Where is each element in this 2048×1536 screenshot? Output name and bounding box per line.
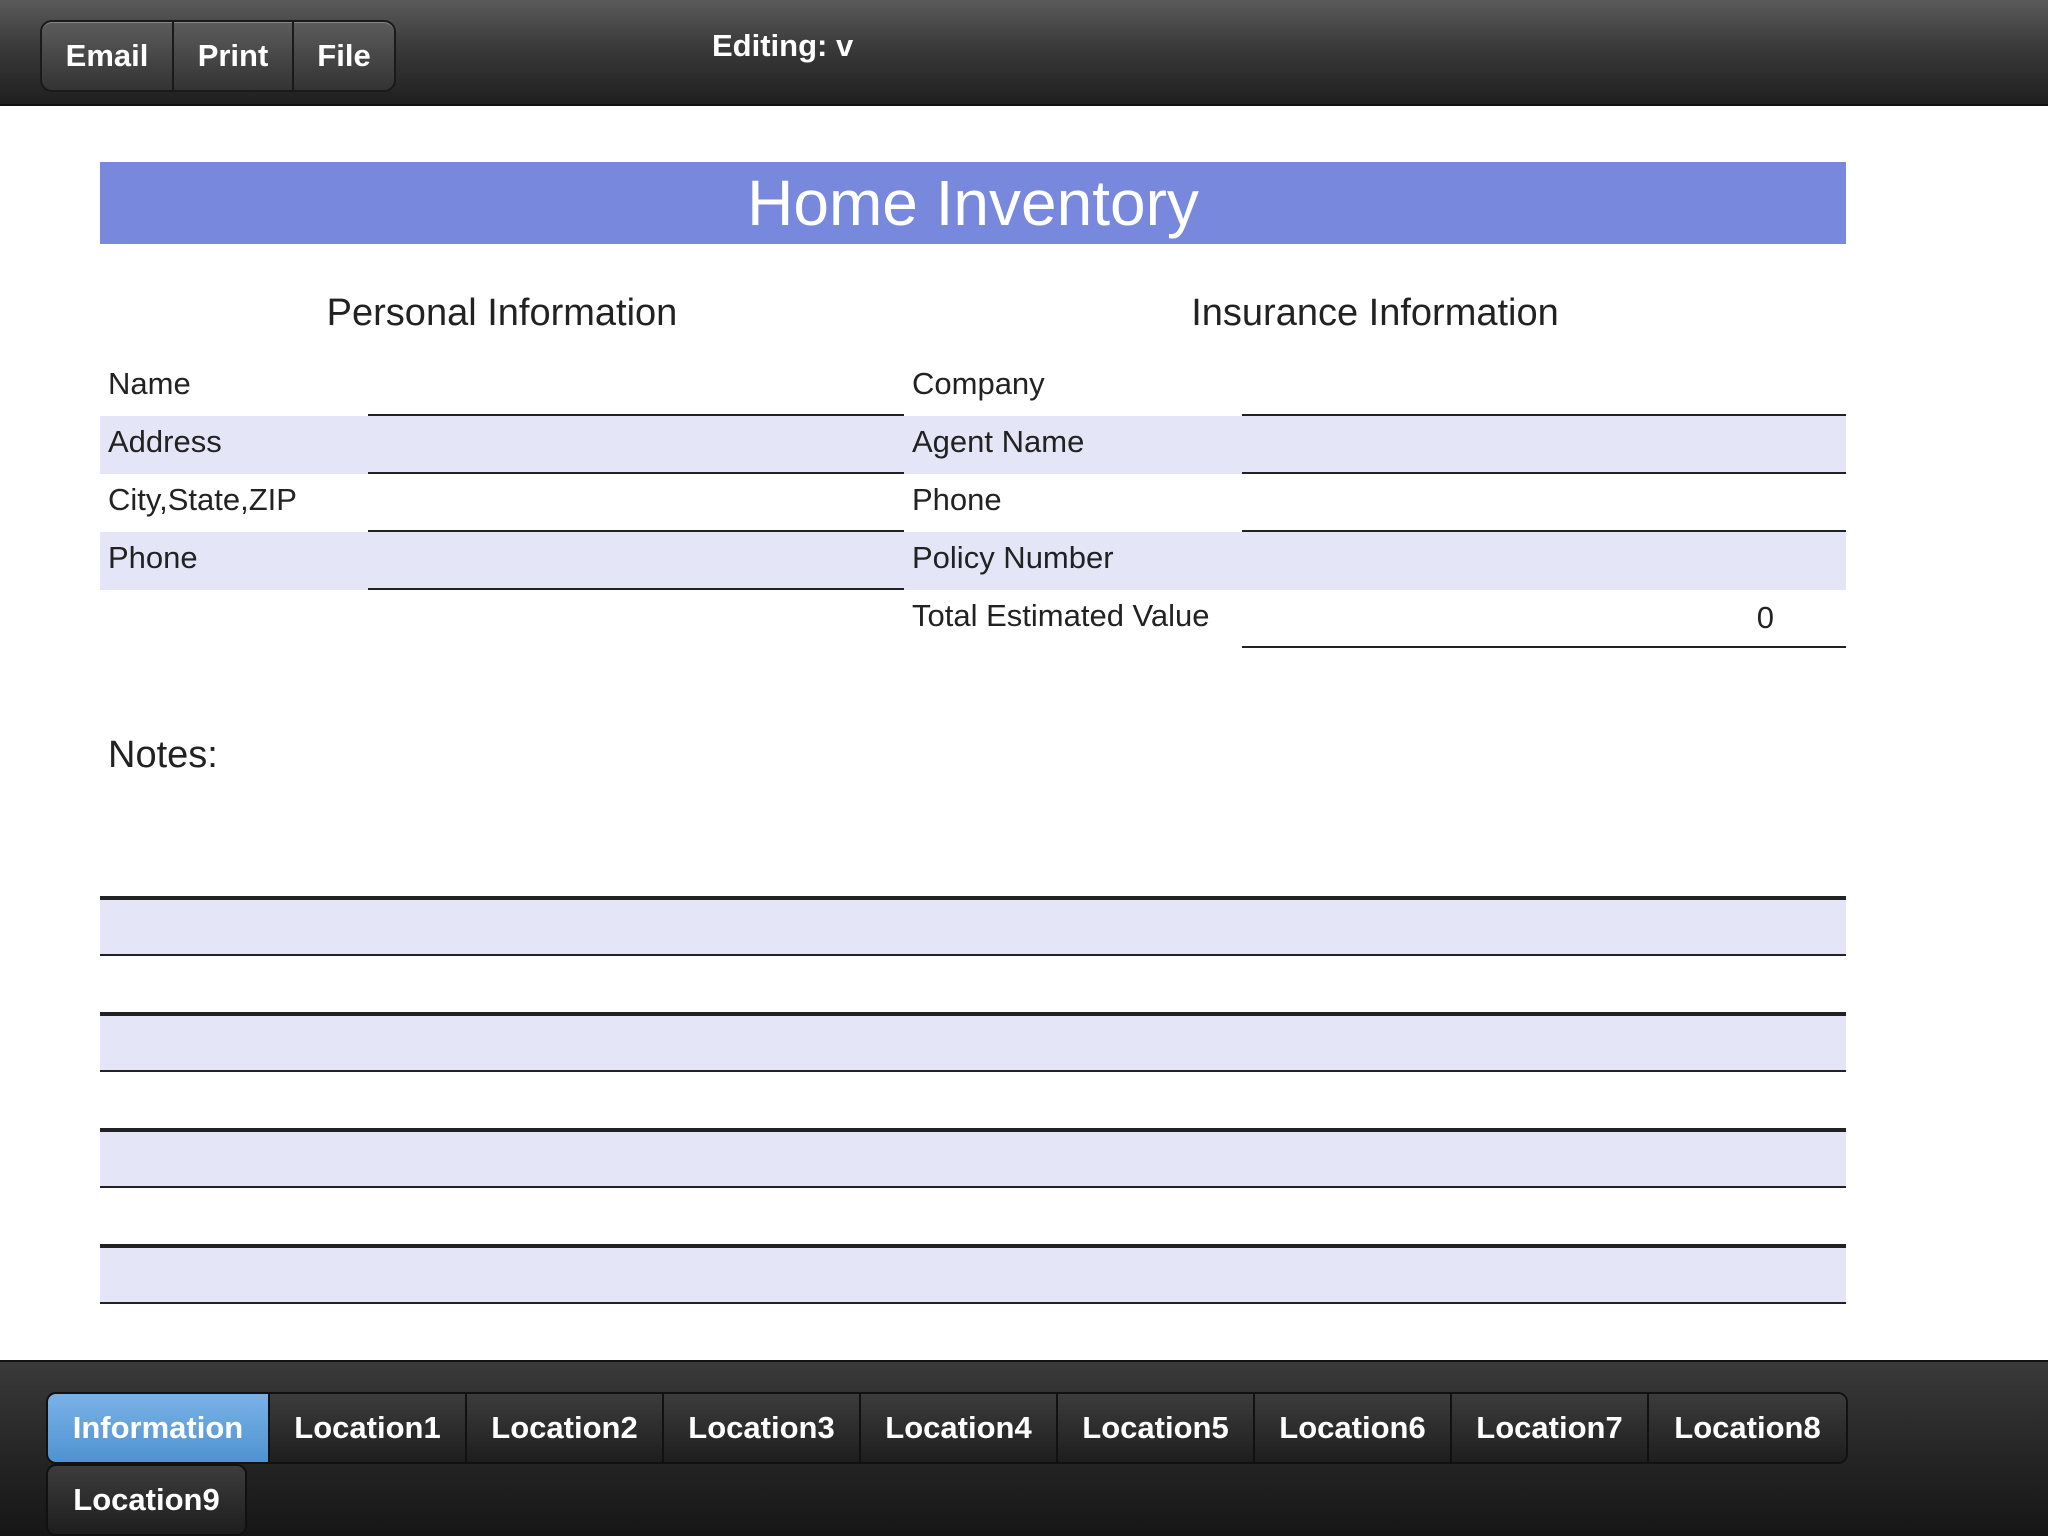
policy-number-field[interactable] <box>1242 532 1846 590</box>
personal-city-state-zip-row: City,State,ZIP <box>100 474 904 532</box>
company-label: Company <box>912 366 1045 401</box>
name-label: Name <box>108 366 191 401</box>
total-estimated-value-label: Total Estimated Value <box>912 598 1210 633</box>
inventory-sheet: Home Inventory Personal Information Insu… <box>0 106 2048 1360</box>
tab-location1[interactable]: Location1 <box>270 1394 467 1462</box>
city-state-zip-field[interactable] <box>368 474 904 532</box>
tab-location9[interactable]: Location9 <box>48 1466 245 1534</box>
notes-line[interactable] <box>100 1130 1846 1188</box>
insurance-total-value-row: Total Estimated Value 0 <box>904 590 1846 648</box>
insurance-phone-label: Phone <box>912 482 1002 517</box>
personal-address-row: Address <box>100 416 904 474</box>
notes-line[interactable] <box>100 1188 1846 1246</box>
personal-phone-label: Phone <box>108 540 198 575</box>
sheet-tab-bar: Information Location1 Location2 Location… <box>0 1360 2048 1536</box>
notes-line[interactable] <box>100 1014 1846 1072</box>
notes-label: Notes: <box>108 734 218 776</box>
tab-location8[interactable]: Location8 <box>1649 1394 1846 1462</box>
personal-phone-field[interactable] <box>368 532 904 590</box>
tab-location5[interactable]: Location5 <box>1058 1394 1255 1462</box>
top-toolbar: Email Print File Editing: v <box>0 0 2048 106</box>
insurance-policy-number-row: Policy Number <box>904 532 1846 590</box>
insurance-company-row: Company <box>904 358 1846 416</box>
notes-line[interactable] <box>100 840 1846 898</box>
agent-name-label: Agent Name <box>912 424 1085 459</box>
tab-location3[interactable]: Location3 <box>664 1394 861 1462</box>
personal-information-heading: Personal Information <box>326 292 678 334</box>
personal-name-row: Name <box>100 358 904 416</box>
sheet-tabs-row-1: Information Location1 Location2 Location… <box>46 1392 1848 1464</box>
tab-location6[interactable]: Location6 <box>1255 1394 1452 1462</box>
title-banner: Home Inventory <box>100 162 1846 244</box>
address-field[interactable] <box>368 416 904 474</box>
insurance-phone-row: Phone <box>904 474 1846 532</box>
total-estimated-value-field[interactable]: 0 <box>1242 590 1846 648</box>
insurance-information-heading: Insurance Information <box>1191 292 1559 334</box>
policy-number-label: Policy Number <box>912 540 1114 575</box>
insurance-phone-field[interactable] <box>1242 474 1846 532</box>
personal-phone-row: Phone <box>100 532 904 590</box>
toolbar-button-group: Email Print File <box>40 20 396 92</box>
city-state-zip-label: City,State,ZIP <box>108 482 297 517</box>
email-button[interactable]: Email <box>42 22 174 90</box>
sheet-tabs-row-2: Location9 <box>46 1464 247 1536</box>
notes-line[interactable] <box>100 956 1846 1014</box>
print-button[interactable]: Print <box>174 22 294 90</box>
notes-line[interactable] <box>100 1246 1846 1304</box>
notes-line[interactable] <box>100 898 1846 956</box>
editing-title: Editing: v <box>712 28 854 63</box>
notes-line[interactable] <box>100 1072 1846 1130</box>
tab-location7[interactable]: Location7 <box>1452 1394 1649 1462</box>
page-title: Home Inventory <box>747 167 1199 239</box>
insurance-agent-name-row: Agent Name <box>904 416 1846 474</box>
company-field[interactable] <box>1242 358 1846 416</box>
tab-information[interactable]: Information <box>48 1394 270 1462</box>
address-label: Address <box>108 424 222 459</box>
agent-name-field[interactable] <box>1242 416 1846 474</box>
tab-location2[interactable]: Location2 <box>467 1394 664 1462</box>
file-button[interactable]: File <box>294 22 394 90</box>
name-field[interactable] <box>368 358 904 416</box>
tab-location4[interactable]: Location4 <box>861 1394 1058 1462</box>
